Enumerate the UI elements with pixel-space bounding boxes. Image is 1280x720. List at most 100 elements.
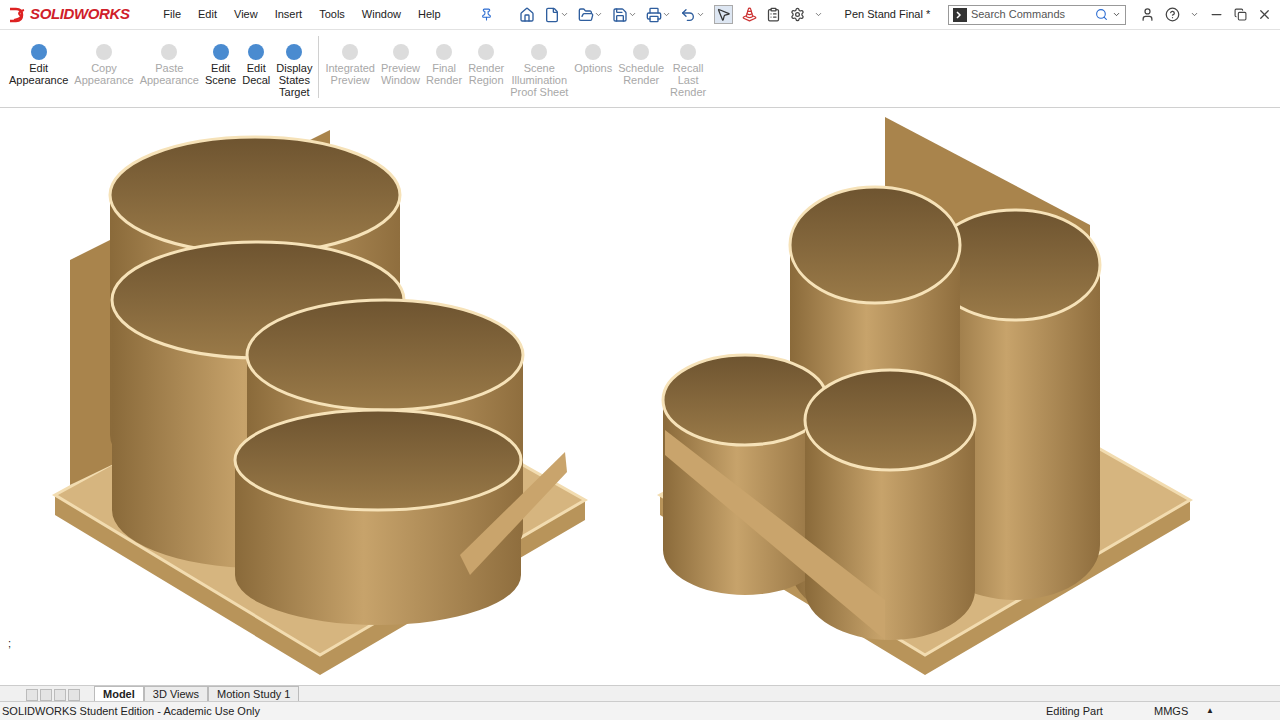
stand-tube [235,410,521,625]
search-icon [1095,8,1108,21]
tool-icon [544,7,560,23]
ribbon: EditAppearanceCopyAppearancePasteAppeara… [0,30,1280,108]
ribbon-icon [248,44,264,60]
status-bar: SOLIDWORKS Student Edition - Academic Us… [0,701,1280,720]
select-button[interactable] [714,5,733,24]
gear-icon[interactable] [790,7,805,22]
dropdown-icon [594,10,603,19]
tab-bar: Model3D ViewsMotion Study 1 [0,685,1280,701]
menu-item[interactable]: Window [362,6,401,23]
search-box[interactable]: Search Commands [948,5,1126,25]
pin-icon[interactable] [480,8,493,21]
ribbon-button[interactable]: PasteAppearance [137,44,202,86]
toolbar-button[interactable] [680,7,705,23]
menu-item[interactable]: Edit [198,6,217,23]
rebuild-icon[interactable] [742,7,757,22]
ds-logo-icon [8,7,26,23]
tool-icon [680,7,696,23]
ribbon-icon [680,44,696,60]
file-properties-icon[interactable] [766,7,781,22]
pen-stand-model[interactable] [660,117,1190,675]
ribbon-button[interactable]: DisplayStatesTarget [273,44,315,98]
graphics-area[interactable]: ; [0,108,1280,685]
toolbar-button[interactable] [578,7,603,23]
logo: SOLIDWORKS [8,3,151,26]
model-render[interactable] [0,108,1280,685]
ribbon-button[interactable]: CopyAppearance [71,44,136,86]
solidworks-window: SOLIDWORKS File Edit View Insert Tools Window H… [0,0,1280,720]
tab-scroll [26,689,80,701]
menu-item[interactable]: File [163,6,181,23]
ribbon-icon [436,44,452,60]
ribbon-button[interactable]: RecallLastRender [667,44,709,98]
viewport-mark: ; [8,635,11,652]
tool-icon [578,7,594,23]
dropdown-icon [628,10,637,19]
menu-bar: SOLIDWORKS File Edit View Insert Tools Window H… [0,0,1280,30]
ribbon-button[interactable]: EditScene [202,44,239,86]
user-icon[interactable] [1140,7,1155,22]
ribbon-button[interactable]: IntegratedPreview [322,44,378,86]
ribbon-icon [31,44,47,60]
minimize-icon[interactable] [1209,7,1224,22]
ribbon-button[interactable]: EditAppearance [6,44,71,86]
dropdown-icon [814,10,823,19]
status-text: SOLIDWORKS Student Edition - Academic Us… [2,703,1046,720]
ribbon-button[interactable]: FinalRender [423,44,465,86]
tab[interactable]: 3D Views [144,686,208,701]
ribbon-icon [585,44,601,60]
dropdown-icon [1112,10,1121,19]
ribbon-button[interactable]: EditDecal [239,44,273,86]
ribbon-button[interactable]: RenderRegion [465,44,507,86]
ribbon-icon [531,44,547,60]
dropdown-icon [1190,10,1199,19]
dropdown-icon [662,10,671,19]
tab-scroll-button[interactable] [40,689,52,701]
toolbar-button[interactable] [544,7,569,23]
ribbon-icon [213,44,229,60]
ribbon-icon [342,44,358,60]
menu-item[interactable]: Insert [275,6,303,23]
ribbon-button[interactable]: PreviewWindow [378,44,423,86]
ribbon-icon [393,44,409,60]
tool-icon [519,7,535,23]
ribbon-icon [478,44,494,60]
command-icon [953,8,967,22]
toolbar-button[interactable] [646,7,671,23]
ribbon-button[interactable]: SceneIlluminationProof Sheet [507,44,571,98]
document-title: Pen Stand Final * [845,6,946,23]
window-controls [1140,7,1272,22]
toolbar-button[interactable] [519,7,535,23]
status-units[interactable]: MMGS [1154,703,1206,720]
units-arrow[interactable]: ▲ [1206,705,1278,717]
ribbon-button[interactable]: ScheduleRender [615,44,667,86]
tool-icon [612,7,628,23]
help-icon[interactable] [1165,7,1180,22]
ribbon-separator [318,36,319,98]
ribbon-icon [161,44,177,60]
tab[interactable]: Motion Study 1 [208,686,299,701]
tab-scroll-button[interactable] [54,689,66,701]
menu-item[interactable]: View [234,6,258,23]
ribbon-icon [96,44,112,60]
toolbar-button[interactable] [612,7,637,23]
tool-icon [646,7,662,23]
ribbon-button[interactable]: Options [571,44,615,74]
quick-toolbar [519,5,823,24]
menu-item[interactable]: Help [418,6,441,23]
tab-scroll-button[interactable] [68,689,80,701]
stand-tube [805,370,975,640]
pen-stand-model[interactable] [55,130,585,675]
ribbon-icon [286,44,302,60]
dropdown-icon [696,10,705,19]
tab[interactable]: Model [94,686,144,701]
pointer-icon [716,7,731,22]
ribbon-icon [633,44,649,60]
menu-item[interactable]: Tools [319,6,345,23]
tab-scroll-button[interactable] [26,689,38,701]
dropdown-icon [560,10,569,19]
menu: File Edit View Insert Tools Window Help [163,6,492,23]
status-mode: Editing Part [1046,703,1154,720]
close-icon[interactable] [1257,7,1272,22]
restore-icon[interactable] [1234,8,1247,21]
